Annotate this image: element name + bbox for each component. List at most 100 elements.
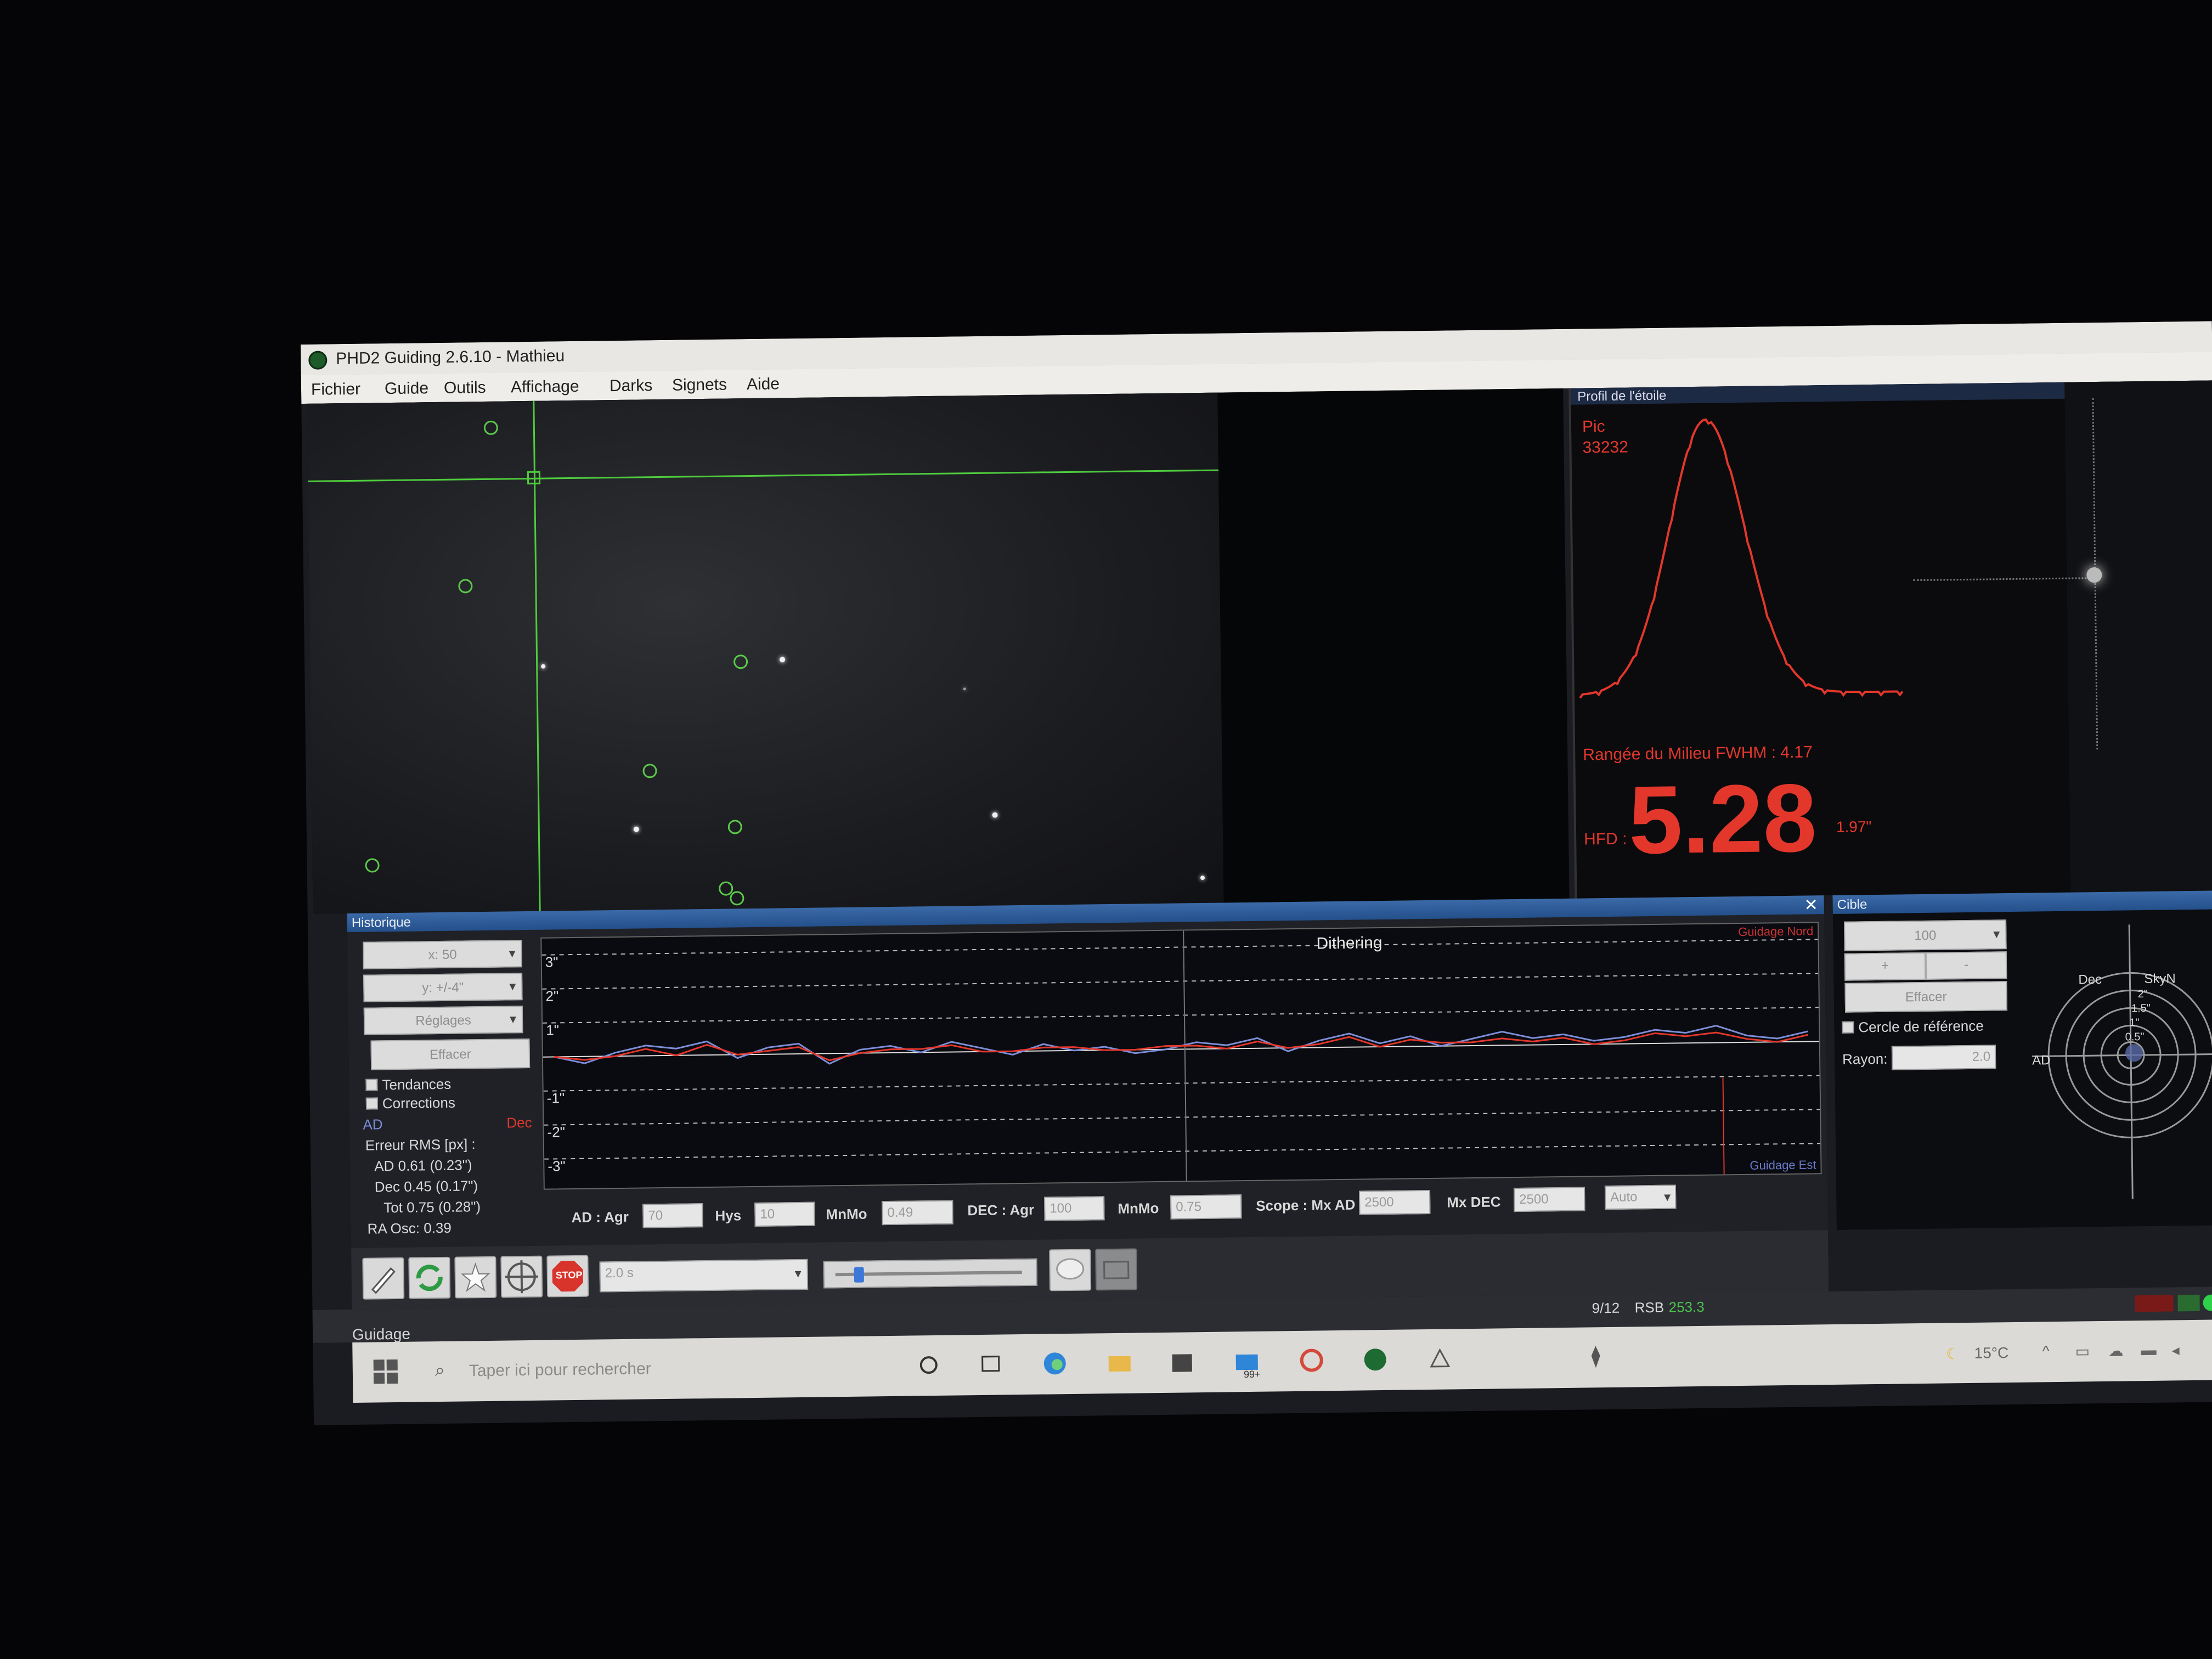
star-candidate-marker[interactable]	[730, 891, 744, 906]
dec-aggr-label: DEC : Agr	[967, 1201, 1035, 1219]
brain-settings-button[interactable]	[1049, 1249, 1092, 1291]
legend-dec: Dec	[506, 1114, 532, 1131]
star-candidate-marker[interactable]	[365, 858, 380, 873]
snr-label: RSB	[1634, 1299, 1664, 1316]
target-dec-label: Dec	[2078, 972, 2102, 988]
star-candidate-marker[interactable]	[458, 579, 473, 594]
battery-icon[interactable]: ▬	[2141, 1341, 2156, 1359]
target-sky-label: SkyN	[2144, 971, 2176, 987]
menu-darks[interactable]: Darks	[610, 376, 653, 396]
corrections-checkbox[interactable]	[365, 1097, 379, 1110]
dithering-label: Dithering	[1316, 933, 1383, 953]
trends-label: Tendances	[382, 1075, 452, 1093]
store-icon[interactable]	[1167, 1347, 1197, 1376]
windows-start-icon[interactable]	[371, 1357, 400, 1386]
trends-checkbox[interactable]	[365, 1079, 378, 1091]
loop-button[interactable]	[408, 1256, 451, 1299]
menu-outils[interactable]: Outils	[444, 379, 486, 398]
chevron-down-icon: ▾	[509, 1012, 517, 1027]
stop-button[interactable]: STOP	[546, 1255, 589, 1297]
task-view-icon[interactable]	[977, 1350, 1006, 1379]
dec-minmove-label: MnMo	[1118, 1200, 1159, 1217]
max-ra-input[interactable]: 2500	[1358, 1189, 1431, 1215]
x-scale-select[interactable]: x: 50 ▾	[363, 940, 522, 969]
onedrive-icon[interactable]: ☁	[2108, 1342, 2123, 1360]
crosshair-icon	[505, 1260, 538, 1294]
capture-button[interactable]	[1095, 1248, 1138, 1291]
target-title: Cible	[1837, 897, 1867, 912]
rms-title: Erreur RMS [px] :	[365, 1136, 476, 1154]
rms-total: Tot 0.75 (0.28")	[383, 1198, 481, 1216]
settings-select[interactable]: Réglages ▾	[363, 1006, 523, 1035]
gamma-slider[interactable]	[823, 1258, 1038, 1289]
ra-minmove-input[interactable]: 0.49	[882, 1200, 953, 1226]
dec-mode-select[interactable]: Auto ▾	[1604, 1184, 1677, 1210]
menu-fichier[interactable]: Fichier	[311, 380, 360, 399]
fwhm-label: Rangée du Milieu FWHM : 4.17	[1583, 743, 1813, 764]
pin-icon[interactable]	[1581, 1342, 1610, 1372]
guide-star	[2086, 567, 2102, 583]
corrections-label: Corrections	[382, 1094, 456, 1112]
camera-connect-button[interactable]	[362, 1257, 405, 1300]
y-tick: 2"	[545, 988, 559, 1005]
guide-east-label: Guidage Est	[1750, 1158, 1816, 1172]
ra-oscillation: RA Osc: 0.39	[367, 1219, 452, 1237]
menu-signets[interactable]: Signets	[672, 376, 727, 395]
clear-history-button[interactable]: Effacer	[370, 1038, 531, 1070]
taskbar-search[interactable]: Taper ici pour rechercher	[469, 1359, 651, 1380]
camera-icon	[1103, 1261, 1130, 1279]
auto-select-star-button[interactable]	[454, 1256, 497, 1299]
menu-guide[interactable]: Guide	[385, 379, 428, 398]
max-dec-input[interactable]: 2500	[1513, 1187, 1585, 1212]
search-icon: ⌕	[435, 1359, 445, 1380]
ra-aggr-label: AD : Agr	[571, 1208, 629, 1226]
ra-aggr-input[interactable]: 70	[642, 1203, 703, 1228]
exposure-select[interactable]: 2.0 s ▾	[599, 1259, 809, 1293]
star-candidate-marker[interactable]	[483, 420, 499, 435]
frame-counter: 9/12	[1592, 1299, 1620, 1317]
hysteresis-input[interactable]: 10	[754, 1201, 815, 1227]
volume-icon[interactable]: ◂	[2171, 1341, 2179, 1359]
weather-icon: ☾	[1945, 1345, 1960, 1363]
phd2-taskbar-icon[interactable]	[1361, 1345, 1390, 1374]
app-icon[interactable]	[1425, 1344, 1454, 1373]
guide-graph[interactable]: Dithering Guidage Nord Guidage Est 3" 2"…	[540, 922, 1822, 1190]
star	[633, 826, 639, 832]
phd2-app-icon	[308, 351, 328, 370]
network-icon[interactable]: ▭	[2075, 1342, 2090, 1360]
menu-aide[interactable]: Aide	[747, 375, 780, 394]
y-tick: -2"	[547, 1124, 566, 1141]
graph-gridline	[544, 1109, 1820, 1126]
dec-aggr-input[interactable]: 100	[1044, 1196, 1105, 1221]
star-candidate-marker[interactable]	[727, 820, 742, 834]
target-zoom-in-button[interactable]: +	[1844, 952, 1926, 981]
max-dec-label: Mx DEC	[1447, 1193, 1501, 1211]
history-title: Historique	[351, 915, 411, 930]
status-indicator-mount	[2177, 1294, 2200, 1312]
graph-gridline	[543, 1007, 1819, 1024]
menu-affichage[interactable]: Affichage	[511, 377, 579, 397]
dec-minmove-input[interactable]: 0.75	[1170, 1194, 1242, 1220]
radius-input[interactable]: 2.0	[1891, 1045, 1996, 1070]
rms-dec: Dec 0.45 (0.17")	[374, 1177, 478, 1195]
edge-icon[interactable]	[1040, 1349, 1069, 1378]
cortana-icon[interactable]	[914, 1351, 943, 1380]
target-zoom-out-button[interactable]: -	[1925, 951, 2007, 980]
y-scale-select[interactable]: y: +/-4" ▾	[363, 973, 523, 1002]
chevron-up-icon[interactable]: ^	[2042, 1342, 2050, 1360]
file-explorer-icon[interactable]	[1105, 1348, 1134, 1378]
guide-north-label: Guidage Nord	[1738, 924, 1814, 939]
status-indicator-connected	[2203, 1294, 2212, 1311]
star	[541, 664, 546, 669]
target-clear-button[interactable]: Effacer	[1844, 981, 2008, 1013]
guide-button[interactable]	[500, 1255, 543, 1298]
slider-thumb[interactable]	[854, 1267, 864, 1283]
target-ring-tick: 2"	[2137, 988, 2148, 1001]
target-ring-tick: 1.5"	[2131, 1002, 2151, 1015]
app-icon[interactable]	[1297, 1346, 1326, 1375]
camera-view[interactable]	[307, 388, 1570, 914]
mail-badge: 99+	[1243, 1368, 1261, 1380]
target-zoom-select[interactable]: 100 ▾	[1844, 919, 2007, 951]
reference-circle-checkbox[interactable]	[1842, 1021, 1854, 1034]
close-icon[interactable]: ✕	[1804, 895, 1818, 915]
